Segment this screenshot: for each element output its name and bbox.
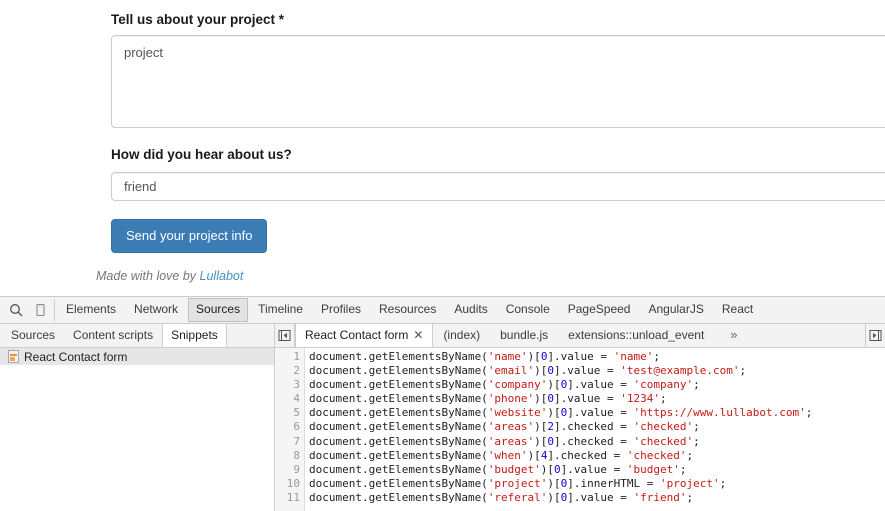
panel-tab-network[interactable]: Network: [126, 298, 186, 321]
panel-tab-resources[interactable]: Resources: [371, 298, 444, 321]
line-number: 8: [293, 448, 300, 462]
panel-tab-audits[interactable]: Audits: [446, 298, 495, 321]
tab-scroll-right-icon[interactable]: [865, 324, 885, 347]
credit-prefix: Made with love by: [96, 269, 200, 283]
code-line: document.getElementsByName('phone')[0].v…: [309, 392, 667, 406]
devtools-toolbar: Elements Network Sources Timeline Profil…: [0, 297, 885, 324]
devtools-body: Sources Content scripts Snippets React C…: [0, 324, 885, 511]
search-icon[interactable]: [4, 299, 28, 322]
line-number: 2: [293, 364, 300, 378]
nav-tab-snippets[interactable]: Snippets: [162, 324, 227, 347]
code-line: document.getElementsByName('company')[0]…: [309, 378, 700, 392]
line-number: 10: [286, 476, 300, 490]
code-line: document.getElementsByName('areas')[2].c…: [309, 420, 700, 434]
line-number: 7: [293, 434, 300, 448]
snippets-list: React Contact form: [0, 348, 274, 511]
line-number: 4: [293, 392, 300, 406]
code-line: document.getElementsByName('when')[4].ch…: [309, 448, 694, 462]
code-line: document.getElementsByName('website')[0]…: [309, 406, 813, 420]
code-line: document.getElementsByName('areas')[0].c…: [309, 434, 700, 448]
code-line: document.getElementsByName('email')[0].v…: [309, 364, 747, 378]
code-line: document.getElementsByName('name')[0].va…: [309, 350, 661, 363]
device-toggle-icon[interactable]: [28, 299, 52, 322]
panel-tab-pagespeed[interactable]: PageSpeed: [560, 298, 639, 321]
tab-scroll-left-icon[interactable]: [275, 324, 295, 347]
panel-tab-timeline[interactable]: Timeline: [250, 298, 311, 321]
devtools-panel: Elements Network Sources Timeline Profil…: [0, 296, 885, 511]
line-number: 3: [293, 378, 300, 392]
credit-line: Made with love by Lullabot: [96, 269, 243, 283]
editor-tab-bundle-js[interactable]: bundle.js: [490, 324, 558, 347]
panel-tab-sources[interactable]: Sources: [188, 298, 249, 322]
list-item[interactable]: React Contact form: [0, 348, 274, 365]
web-page-viewport: Tell us about your project * project How…: [0, 0, 885, 296]
snippet-name: React Contact form: [24, 349, 128, 364]
line-number-gutter: 1 2 3 4 5 6 7 8 9 10 11: [275, 348, 305, 511]
project-field-label: Tell us about your project *: [111, 12, 285, 27]
referal-field-label: How did you hear about us?: [111, 147, 292, 162]
project-textarea[interactable]: project: [111, 35, 885, 128]
panel-tab-elements[interactable]: Elements: [58, 298, 124, 321]
tab-overflow-icon[interactable]: »: [714, 324, 747, 347]
referal-input[interactable]: [111, 172, 885, 201]
line-number: 1: [293, 350, 300, 363]
editor-pane: React Contact form ✕ (index) bundle.js e…: [275, 324, 885, 511]
snippet-file-icon: [8, 350, 19, 363]
panel-tab-profiles[interactable]: Profiles: [313, 298, 369, 321]
code-content[interactable]: document.getElementsByName('name')[0].va…: [305, 348, 885, 511]
code-line: document.getElementsByName('referal')[0]…: [309, 490, 694, 504]
nav-tab-content-scripts[interactable]: Content scripts: [64, 324, 162, 347]
line-number: 11: [286, 490, 300, 504]
code-line: document.getElementsByName('budget')[0].…: [309, 462, 687, 476]
nav-tab-sources[interactable]: Sources: [2, 324, 64, 347]
editor-tab-index[interactable]: (index): [433, 324, 490, 347]
lullabot-link[interactable]: Lullabot: [200, 269, 244, 283]
code-line: document.getElementsByName('project')[0]…: [309, 476, 727, 490]
panel-tab-react[interactable]: React: [714, 298, 761, 321]
editor-tabbar: React Contact form ✕ (index) bundle.js e…: [275, 324, 885, 348]
editor-tab-label: React Contact form: [305, 328, 409, 342]
send-project-info-button[interactable]: Send your project info: [111, 219, 268, 254]
close-icon[interactable]: ✕: [413, 328, 423, 342]
line-number: 6: [293, 420, 300, 434]
editor-tab-react-contact-form[interactable]: React Contact form ✕: [295, 324, 434, 347]
panel-tab-console[interactable]: Console: [498, 298, 558, 321]
code-editor[interactable]: 1 2 3 4 5 6 7 8 9 10 11 document.getElementsByName…: [275, 348, 885, 511]
panel-tab-angularjs[interactable]: AngularJS: [640, 298, 711, 321]
sources-navigator-pane: Sources Content scripts Snippets React C…: [0, 324, 275, 511]
editor-tab-unload-event[interactable]: extensions::unload_event: [558, 324, 714, 347]
navigator-tabbar: Sources Content scripts Snippets: [0, 324, 274, 348]
toolbar-divider: [54, 299, 55, 321]
line-number: 5: [293, 406, 300, 420]
line-number: 9: [293, 462, 300, 476]
